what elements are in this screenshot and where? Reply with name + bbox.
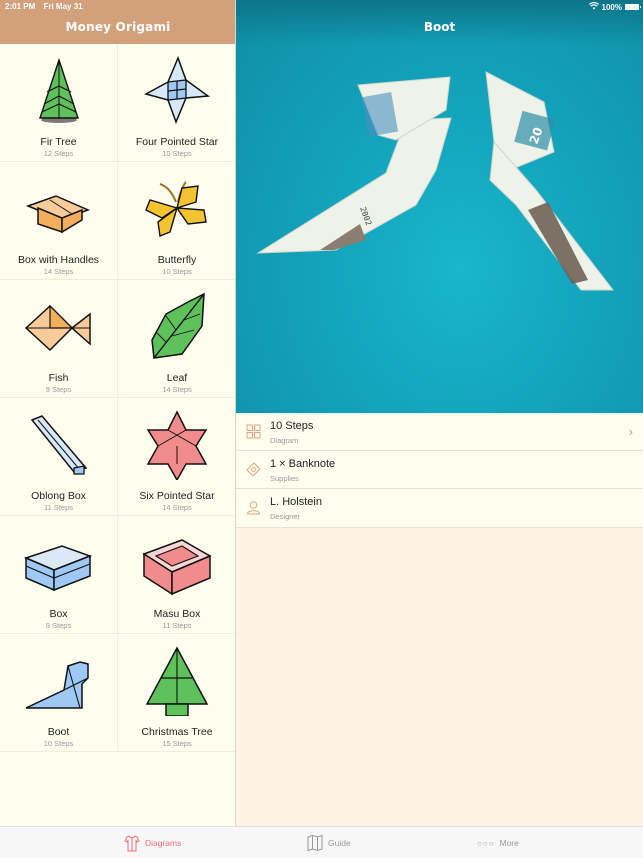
- info-row-supplies: 1 × Banknote Supplies: [236, 451, 643, 489]
- box-icon: [24, 545, 93, 592]
- diagram-name: Fish: [48, 372, 69, 384]
- tab-label: Guide: [328, 838, 351, 848]
- person-icon: [246, 501, 261, 515]
- diagram-steps: 14 Steps: [43, 267, 74, 276]
- tab-label: Diagrams: [145, 838, 182, 848]
- fir-tree-icon: [39, 57, 79, 123]
- diagram-list-panel: Multibox 9 Steps Fox 12 Steps Fi: [0, 0, 236, 826]
- info-list: 10 Steps Diagram › 1 × Banknote Supplies…: [236, 413, 643, 528]
- leaf-icon: [151, 292, 205, 359]
- diagram-item-four-pointed-star[interactable]: Four Pointed Star 10 Steps: [118, 44, 235, 162]
- diagram-name: Boot: [47, 726, 70, 738]
- fish-icon: [24, 304, 91, 352]
- boot-icon: [25, 661, 89, 709]
- diagram-item-masu-box[interactable]: Masu Box 11 Steps: [118, 516, 235, 634]
- masu-box-icon: [142, 539, 212, 596]
- butterfly-icon: [145, 181, 207, 237]
- diagram-name: Leaf: [166, 372, 188, 384]
- boot-photo: 2002 20 100% Boot: [236, 0, 643, 413]
- oblong-box-icon: [30, 415, 88, 475]
- battery-icon: [625, 4, 641, 10]
- status-bar-right: 100%: [588, 2, 641, 12]
- info-title: L. Holstein: [270, 496, 322, 508]
- diagram-item-fir-tree[interactable]: Fir Tree 12 Steps: [0, 44, 118, 162]
- diagram-item-oblong-box[interactable]: Oblong Box 11 Steps: [0, 398, 118, 516]
- christmas-tree-icon: [145, 646, 209, 716]
- diagram-detail-panel: 2002 20 100% Boot 10 Steps Diagram › 1 ×…: [236, 0, 643, 826]
- diagram-name: Four Pointed Star: [135, 136, 219, 148]
- info-subtitle: Supplies: [270, 474, 299, 483]
- diagram-steps: 11 Steps: [43, 503, 74, 512]
- diagram-steps: 11 Steps: [162, 621, 192, 630]
- diagram-steps: 9 Steps: [45, 621, 72, 630]
- diagram-item-box[interactable]: Box 9 Steps: [0, 516, 118, 634]
- info-title: 1 × Banknote: [270, 458, 336, 470]
- tab-bar: Diagrams Guide ○○○ More: [0, 826, 643, 858]
- diagram-name: Box: [49, 608, 68, 620]
- banknote-icon: [246, 462, 261, 477]
- master-navigation-bar: 2:01 PM Fri May 31 Money Origami: [0, 0, 235, 44]
- master-title: Money Origami: [65, 20, 171, 34]
- map-icon: [307, 834, 323, 852]
- status-bar-left: 2:01 PM Fri May 31: [5, 2, 89, 11]
- chevron-right-icon: ›: [628, 424, 633, 439]
- diagram-item-butterfly[interactable]: Butterfly 10 Steps: [118, 162, 235, 280]
- tab-guide[interactable]: Guide: [307, 833, 351, 853]
- six-pointed-star-icon: [146, 410, 208, 480]
- detail-title: Boot: [423, 20, 456, 34]
- diagram-item-fish[interactable]: Fish 9 Steps: [0, 280, 118, 398]
- diagram-name: Butterfly: [157, 254, 197, 266]
- status-time: 2:01 PM: [5, 2, 36, 11]
- info-title: 10 Steps: [270, 420, 314, 432]
- diagram-name: Fir Tree: [40, 136, 77, 148]
- tab-label: More: [499, 838, 519, 848]
- diagram-steps: 14 Steps: [162, 385, 192, 394]
- diagram-steps: 9 Steps: [45, 385, 72, 394]
- diagram-steps: 15 Steps: [162, 739, 192, 748]
- box-with-handles-icon: [25, 195, 90, 234]
- diagram-steps: 10 Steps: [162, 149, 192, 158]
- four-pointed-star-icon: [144, 56, 211, 125]
- battery-percent: 100%: [601, 2, 622, 12]
- diagram-name: Six Pointed Star: [139, 490, 215, 502]
- status-date: Fri May 31: [43, 2, 83, 11]
- origami-boots-photo-illustration: 2002 20: [256, 71, 615, 291]
- diagram-steps: 14 Steps: [162, 503, 192, 512]
- diagram-item-leaf[interactable]: Leaf 14 Steps: [118, 280, 235, 398]
- wifi-icon: [588, 2, 599, 12]
- info-row-diagram[interactable]: 10 Steps Diagram ›: [236, 413, 643, 451]
- diagram-name: Masu Box: [153, 608, 201, 620]
- diagram-name: Oblong Box: [31, 490, 86, 502]
- diagram-steps: 12 Steps: [43, 149, 74, 158]
- diagram-item-christmas-tree[interactable]: Christmas Tree 15 Steps: [118, 634, 235, 752]
- more-dots-icon: ○○○: [477, 838, 495, 848]
- shirt-icon: [124, 835, 140, 852]
- diagram-steps: 10 Steps: [43, 739, 74, 748]
- info-row-designer: L. Holstein Designer: [236, 489, 643, 527]
- grid-icon: [246, 424, 261, 439]
- info-subtitle: Diagram: [270, 436, 299, 445]
- tab-more[interactable]: ○○○ More: [477, 833, 519, 853]
- diagram-item-boot[interactable]: Boot 10 Steps: [0, 634, 118, 752]
- diagram-steps: 10 Steps: [162, 267, 192, 276]
- diagram-item-six-pointed-star[interactable]: Six Pointed Star 14 Steps: [118, 398, 235, 516]
- info-subtitle: Designer: [270, 512, 301, 521]
- diagram-item-box-with-handles[interactable]: Box with Handles 14 Steps: [0, 162, 118, 280]
- diagram-name: Christmas Tree: [141, 726, 213, 738]
- tab-diagrams[interactable]: Diagrams: [124, 833, 181, 853]
- diagram-name: Box with Handles: [17, 254, 100, 266]
